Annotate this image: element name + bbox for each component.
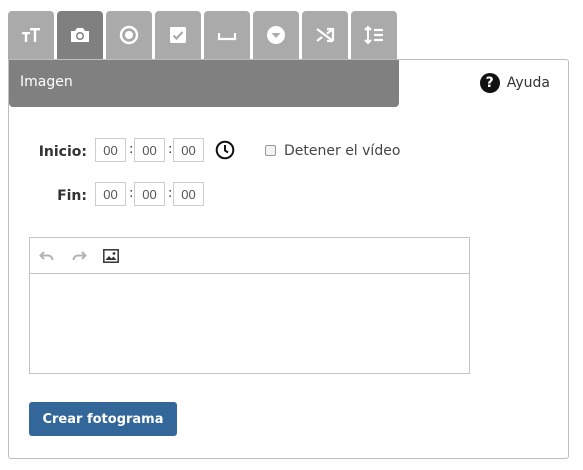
caption-editor bbox=[29, 237, 470, 374]
start-hours-input[interactable] bbox=[95, 138, 126, 162]
end-separator: : bbox=[168, 186, 173, 201]
help-link[interactable]: ? Ayuda bbox=[479, 73, 550, 93]
stop-video-label[interactable]: Detener el vídeo bbox=[284, 143, 400, 159]
tab-single-choice[interactable] bbox=[106, 11, 152, 59]
question-circle-icon: ? bbox=[479, 73, 500, 93]
editor-toolbar bbox=[30, 238, 469, 274]
radio-button-icon bbox=[119, 25, 139, 45]
tab-text[interactable] bbox=[8, 11, 54, 59]
start-label: Inicio: bbox=[38, 144, 87, 160]
start-minutes-input[interactable] bbox=[134, 138, 165, 162]
tab-ordering[interactable] bbox=[351, 11, 397, 59]
stop-video-checkbox[interactable] bbox=[265, 145, 276, 156]
end-hours-input[interactable] bbox=[95, 182, 126, 206]
camera-icon bbox=[71, 28, 89, 42]
tab-image[interactable] bbox=[57, 11, 103, 59]
text-size-icon bbox=[22, 28, 40, 42]
end-separator: : bbox=[129, 186, 134, 201]
end-seconds-input[interactable] bbox=[173, 182, 204, 206]
help-label: Ayuda bbox=[506, 75, 550, 91]
checkbox-icon bbox=[170, 27, 186, 43]
end-minutes-input[interactable] bbox=[134, 182, 165, 206]
clock-icon[interactable] bbox=[215, 140, 235, 160]
editor-content-area[interactable] bbox=[30, 274, 469, 373]
tab-dropdown[interactable] bbox=[253, 11, 299, 59]
image-icon[interactable] bbox=[102, 247, 120, 265]
tab-shuffle[interactable] bbox=[302, 11, 348, 59]
blank-space-icon bbox=[217, 33, 237, 41]
tab-fill-blank[interactable] bbox=[204, 11, 250, 59]
start-separator: : bbox=[129, 142, 134, 157]
create-frame-button[interactable]: Crear fotograma bbox=[29, 402, 177, 436]
panel-title: Imagen bbox=[20, 74, 73, 90]
start-seconds-input[interactable] bbox=[173, 138, 204, 162]
undo-icon[interactable] bbox=[38, 247, 56, 265]
image-panel: Imagen ? Ayuda Inicio: : : Detener el ví… bbox=[8, 59, 569, 459]
dropdown-icon bbox=[267, 26, 285, 44]
tab-multiple-choice[interactable] bbox=[155, 11, 201, 59]
start-separator: : bbox=[168, 142, 173, 157]
panel-header: Imagen bbox=[9, 60, 399, 107]
redo-icon[interactable] bbox=[70, 247, 88, 265]
ordering-icon bbox=[364, 25, 383, 45]
end-label: Fin: bbox=[57, 188, 87, 204]
shuffle-icon bbox=[316, 27, 335, 43]
